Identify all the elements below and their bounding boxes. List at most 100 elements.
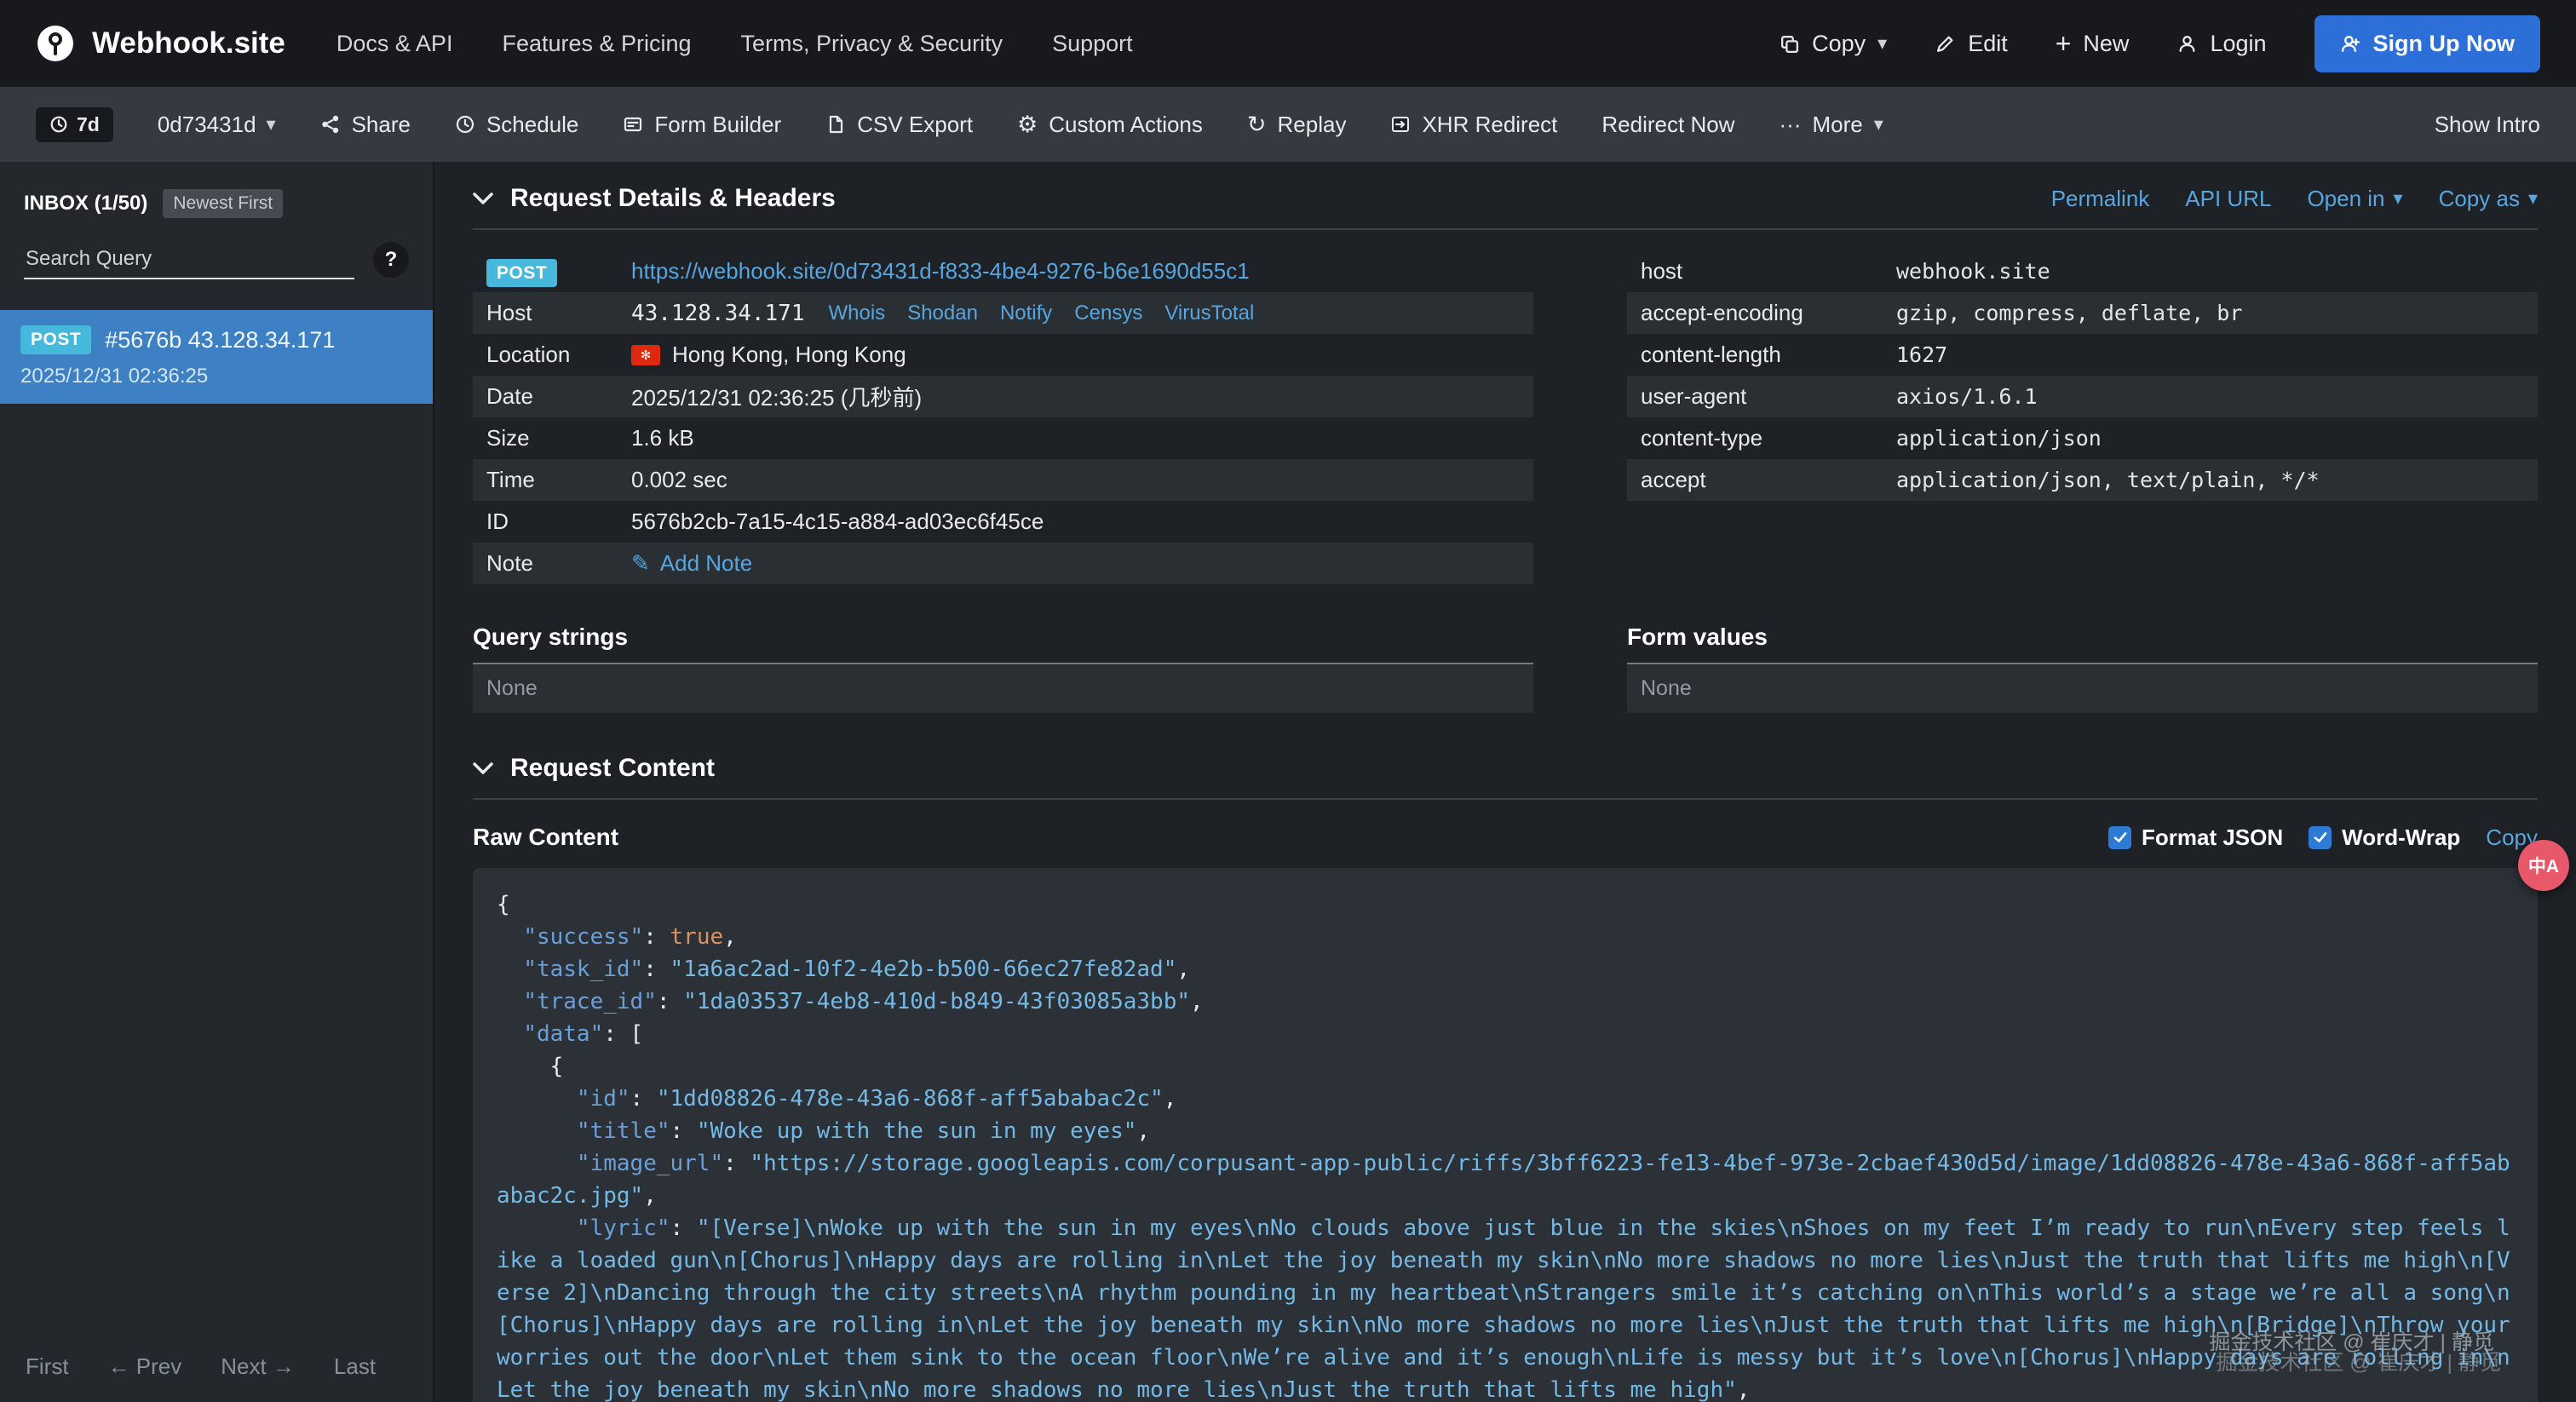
- request-list-item[interactable]: POST #5676b 43.128.34.171 2025/12/31 02:…: [0, 310, 433, 404]
- search-row: ?: [24, 240, 409, 279]
- pagination-last[interactable]: Last: [334, 1353, 376, 1380]
- raw-content-code[interactable]: { "success": true, "task_id": "1a6ac2ad-…: [473, 868, 2538, 1402]
- custom-actions-button[interactable]: ⚙ Custom Actions: [1017, 112, 1203, 138]
- header-row: user-agent axios/1.6.1: [1627, 376, 2538, 417]
- copy-icon: [1779, 33, 1800, 55]
- copy-as-label: Copy as: [2439, 186, 2520, 212]
- pencil-icon: [1935, 33, 1956, 55]
- header-row: accept-encoding gzip, compress, deflate,…: [1627, 292, 2538, 334]
- checkbox-checked-icon[interactable]: [2108, 826, 2131, 849]
- request-url-link[interactable]: https://webhook.site/0d73431d-f833-4be4-…: [631, 258, 1250, 284]
- translate-fab-button[interactable]: 中A: [2518, 840, 2569, 891]
- sort-order-badge[interactable]: Newest First: [163, 189, 283, 218]
- whois-link[interactable]: Whois: [829, 302, 886, 325]
- section-divider: [473, 228, 2538, 230]
- section-divider: [473, 798, 2538, 800]
- sign-up-label: Sign Up Now: [2373, 31, 2515, 57]
- size-label: Size: [486, 425, 631, 451]
- caret-down-icon: ▾: [2394, 187, 2403, 210]
- details-section-toggle[interactable]: Request Details & Headers: [473, 184, 836, 213]
- share-button[interactable]: Share: [320, 112, 411, 138]
- header-name: accept: [1641, 467, 1896, 493]
- form-builder-button[interactable]: Form Builder: [623, 112, 781, 138]
- open-in-dropdown[interactable]: Open in ▾: [2307, 186, 2402, 212]
- form-icon: [623, 114, 643, 135]
- copy-as-dropdown[interactable]: Copy as ▾: [2439, 186, 2538, 212]
- header-name: host: [1641, 258, 1896, 284]
- nav-links: Docs & API Features & Pricing Terms, Pri…: [336, 31, 1133, 57]
- search-input[interactable]: [24, 240, 354, 279]
- copy-dropdown[interactable]: Copy ▾: [1779, 31, 1887, 57]
- query-strings-title: Query strings: [473, 623, 1533, 664]
- note-label: Note: [486, 550, 631, 577]
- edit-button[interactable]: Edit: [1935, 31, 2008, 57]
- pagination-next[interactable]: Next →: [221, 1353, 295, 1380]
- content-section-toggle[interactable]: Request Content: [473, 754, 715, 783]
- api-url-link[interactable]: API URL: [2185, 186, 2271, 212]
- raw-content-header: Raw Content Format JSON Word-Wrap: [473, 824, 2538, 851]
- xhr-redirect-button[interactable]: XHR Redirect: [1390, 112, 1557, 138]
- nav-link-docs-api[interactable]: Docs & API: [336, 31, 453, 57]
- method-badge: POST: [486, 259, 557, 287]
- xhr-icon: [1390, 114, 1411, 135]
- redirect-now-label: Redirect Now: [1601, 112, 1734, 138]
- new-button[interactable]: + New: [2056, 30, 2130, 57]
- token-dropdown[interactable]: 0d73431d ▾: [158, 112, 276, 138]
- checkbox-checked-icon[interactable]: [2309, 826, 2332, 849]
- help-button[interactable]: ?: [373, 242, 409, 278]
- censys-link[interactable]: Censys: [1074, 302, 1142, 325]
- query-strings-section: Query strings None: [473, 584, 1533, 713]
- chevron-down-icon: [473, 192, 493, 205]
- replay-button[interactable]: ↻ Replay: [1247, 112, 1347, 138]
- action-toolbar: 7d 0d73431d ▾ Share Schedule Form Builde…: [0, 87, 2576, 162]
- sign-up-button[interactable]: Sign Up Now: [2314, 15, 2540, 72]
- plus-icon: +: [2056, 30, 2072, 57]
- notify-link[interactable]: Notify: [1000, 302, 1052, 325]
- header-row: content-length 1627: [1627, 334, 2538, 376]
- caret-down-icon: ▾: [1877, 32, 1887, 55]
- shodan-link[interactable]: Shodan: [907, 302, 978, 325]
- webhook-site-app: Webhook.site Docs & API Features & Prici…: [0, 0, 2576, 1402]
- redirect-now-button[interactable]: Redirect Now: [1601, 112, 1734, 138]
- header-row: content-type application/json: [1627, 417, 2538, 459]
- caret-down-icon: ▾: [2528, 187, 2538, 210]
- add-note-button[interactable]: ✎ Add Note: [631, 550, 752, 577]
- id-label: ID: [486, 509, 631, 535]
- request-item-timestamp: 2025/12/31 02:36:25: [20, 365, 412, 388]
- virustotal-link[interactable]: VirusTotal: [1164, 302, 1254, 325]
- brand[interactable]: Webhook.site: [36, 24, 285, 63]
- edit-label: Edit: [1968, 31, 2008, 57]
- header-row: host webhook.site: [1627, 250, 2538, 292]
- size-value: 1.6 kB: [631, 425, 1520, 451]
- nav-link-terms-privacy[interactable]: Terms, Privacy & Security: [741, 31, 1003, 57]
- pagination-prev[interactable]: ← Prev: [108, 1353, 182, 1380]
- permalink-link[interactable]: Permalink: [2051, 186, 2150, 212]
- location-label: Location: [486, 342, 631, 368]
- method-badge: POST: [20, 325, 91, 354]
- share-icon: [320, 114, 341, 135]
- time-value: 0.002 sec: [631, 467, 1520, 493]
- word-wrap-toggle[interactable]: Word-Wrap: [2309, 825, 2460, 851]
- show-intro-link[interactable]: Show Intro: [2435, 112, 2540, 138]
- schedule-button[interactable]: Schedule: [455, 112, 578, 138]
- retention-badge: 7d: [36, 107, 113, 142]
- nav-link-features-pricing[interactable]: Features & Pricing: [502, 31, 691, 57]
- nav-link-support[interactable]: Support: [1052, 31, 1133, 57]
- table-row-url: POST https://webhook.site/0d73431d-f833-…: [473, 250, 1533, 292]
- open-in-label: Open in: [2307, 186, 2384, 212]
- details-section-header: Request Details & Headers Permalink API …: [473, 162, 2538, 213]
- more-label: More: [1812, 112, 1862, 138]
- login-button[interactable]: Login: [2176, 31, 2266, 57]
- date-label: Date: [486, 383, 631, 410]
- clock-icon: [49, 115, 68, 134]
- format-json-toggle[interactable]: Format JSON: [2108, 825, 2283, 851]
- content-section-header: Request Content: [473, 713, 2538, 783]
- csv-export-label: CSV Export: [857, 112, 973, 138]
- csv-export-button[interactable]: CSV Export: [825, 112, 973, 138]
- header-value: 1627: [1896, 342, 2524, 367]
- host-lookup-links: Whois Shodan Notify Censys VirusTotal: [829, 302, 1255, 325]
- table-row-time: Time 0.002 sec: [473, 459, 1533, 501]
- more-dropdown[interactable]: ··· More ▾: [1779, 112, 1883, 138]
- table-row-location: Location ✻ Hong Kong, Hong Kong: [473, 334, 1533, 376]
- pagination-first[interactable]: First: [26, 1353, 69, 1380]
